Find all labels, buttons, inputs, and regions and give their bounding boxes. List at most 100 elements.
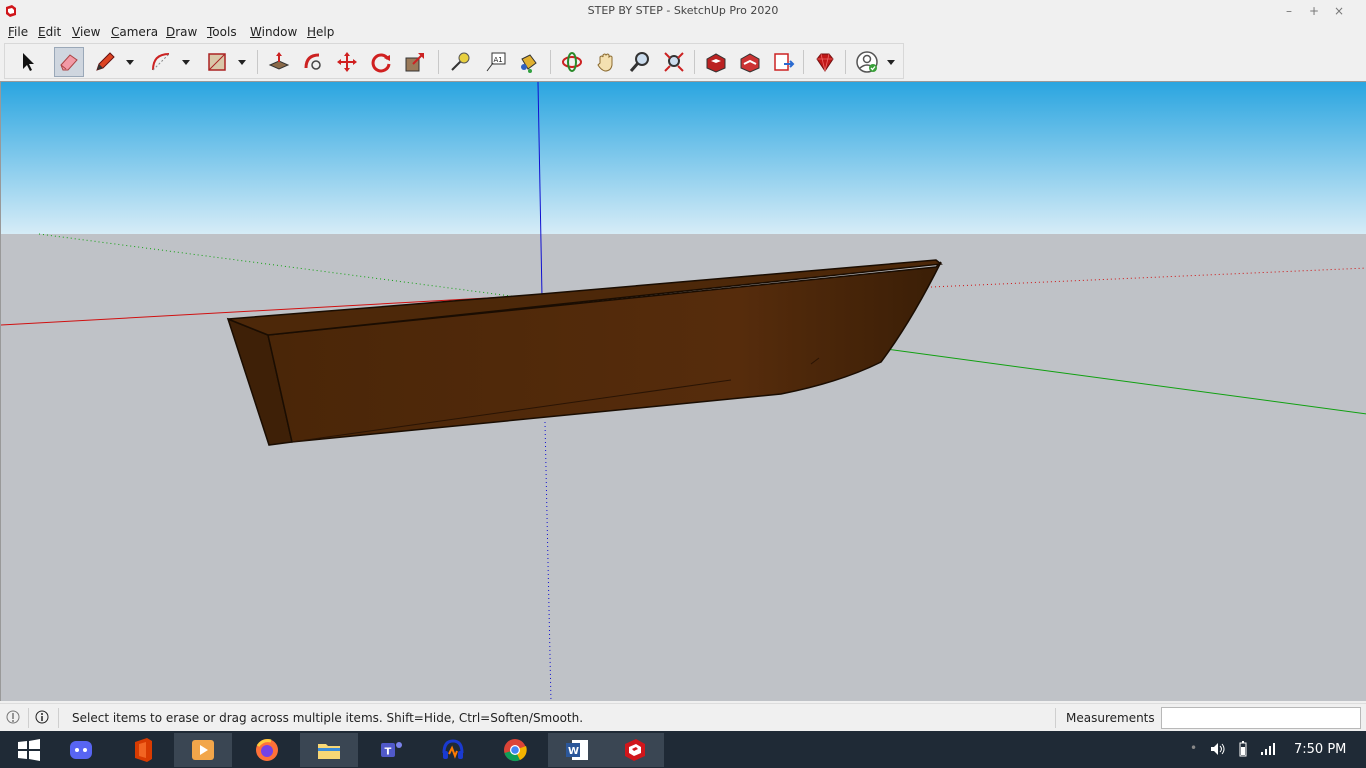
rectangle-icon	[208, 53, 226, 71]
toolbar-separator	[694, 50, 695, 74]
menu-view[interactable]: View	[72, 25, 100, 39]
taskbar-audacity[interactable]	[424, 733, 482, 767]
model-viewport[interactable]	[0, 81, 1366, 701]
ruby-console-button[interactable]	[810, 47, 840, 77]
tape-measure-tool-button[interactable]	[445, 47, 475, 77]
orbit-tool-button[interactable]	[557, 47, 587, 77]
arc-icon	[152, 53, 170, 71]
main-toolbar: A1	[4, 43, 904, 79]
menu-bar: File Edit View Camera Draw Tools Window …	[0, 22, 1366, 42]
windows-logo-icon	[18, 739, 40, 761]
account-dropdown-button[interactable]	[884, 47, 898, 77]
rectangle-tool-button[interactable]	[202, 47, 232, 77]
push-pull-tool-button[interactable]	[264, 47, 294, 77]
menu-file[interactable]: File	[8, 25, 28, 39]
pencil-dropdown-button[interactable]	[123, 47, 137, 77]
rotate-icon	[371, 53, 391, 73]
chevron-down-icon	[126, 60, 134, 65]
menu-tools[interactable]: Tools	[207, 25, 237, 39]
push-pull-icon	[268, 52, 290, 70]
move-tool-button[interactable]	[332, 47, 362, 77]
toolbar-separator	[845, 50, 846, 74]
text-label-icon: A1	[486, 52, 506, 72]
scale-tool-button[interactable]	[400, 47, 430, 77]
taskbar-word[interactable]: W	[548, 733, 606, 767]
menu-camera[interactable]: Camera	[111, 25, 158, 39]
warehouse-icon	[706, 53, 726, 73]
rectangle-dropdown-button[interactable]	[235, 47, 249, 77]
eraser-icon	[60, 54, 78, 71]
account-button[interactable]	[852, 47, 882, 77]
folder-icon	[318, 744, 340, 759]
title-bar: STEP BY STEP - SketchUp Pro 2020 – + ×	[0, 0, 1366, 22]
svg-text:W: W	[568, 746, 579, 757]
toolbar-separator	[550, 50, 551, 74]
status-hint-text: Select items to erase or drag across mul…	[72, 711, 584, 725]
toolbar-separator	[257, 50, 258, 74]
taskbar-media-player[interactable]	[174, 733, 232, 767]
extension-warehouse-icon	[740, 53, 760, 73]
menu-help[interactable]: Help	[307, 25, 334, 39]
measurements-input[interactable]	[1161, 707, 1361, 729]
taskbar-chrome[interactable]	[486, 733, 544, 767]
select-tool-button[interactable]	[13, 47, 43, 77]
tray-overflow-icon[interactable]: •	[1190, 741, 1197, 755]
move-icon	[337, 52, 357, 72]
follow-me-tool-button[interactable]	[298, 47, 328, 77]
office-icon	[135, 738, 152, 762]
taskbar-clock[interactable]: 7:50 PM	[1294, 742, 1346, 757]
geo-location-icon[interactable]	[6, 710, 20, 724]
network-signal-icon[interactable]	[1260, 742, 1276, 756]
layout-button[interactable]	[769, 47, 799, 77]
speaker-icon[interactable]	[1210, 742, 1226, 756]
pencil-tool-button[interactable]	[90, 47, 120, 77]
window-title: STEP BY STEP - SketchUp Pro 2020	[587, 4, 779, 17]
media-player-icon	[192, 740, 214, 760]
battery-icon[interactable]	[1236, 741, 1250, 757]
chevron-down-icon	[887, 60, 895, 65]
taskbar-firefox[interactable]	[238, 733, 296, 767]
paint-bucket-tool-button[interactable]	[513, 47, 543, 77]
menu-window[interactable]: Window	[250, 25, 297, 39]
follow-me-icon	[304, 53, 321, 70]
taskbar-office[interactable]	[114, 733, 172, 767]
toolbar-separator	[438, 50, 439, 74]
pencil-icon	[96, 52, 115, 71]
text-tool-button[interactable]: A1	[481, 47, 511, 77]
extension-warehouse-button[interactable]	[735, 47, 765, 77]
tape-measure-icon	[451, 52, 470, 71]
viewport-canvas[interactable]	[1, 82, 1366, 701]
chevron-down-icon	[182, 60, 190, 65]
status-separator	[28, 708, 29, 728]
zoom-extents-tool-button[interactable]	[659, 47, 689, 77]
taskbar-discord[interactable]	[52, 733, 110, 767]
taskbar-teams[interactable]: T	[362, 733, 420, 767]
teams-icon: T	[381, 742, 402, 758]
3d-warehouse-button[interactable]	[701, 47, 731, 77]
close-button[interactable]: ×	[1330, 2, 1348, 20]
menu-edit[interactable]: Edit	[38, 25, 61, 39]
scale-icon	[405, 53, 424, 72]
svg-text:A1: A1	[494, 56, 503, 64]
toolbar-separator	[803, 50, 804, 74]
rotate-tool-button[interactable]	[366, 47, 396, 77]
sketchup-icon	[625, 739, 645, 761]
start-button[interactable]	[0, 733, 58, 767]
menu-draw[interactable]: Draw	[166, 25, 197, 39]
minimize-button[interactable]: –	[1280, 2, 1298, 20]
chevron-down-icon	[238, 60, 246, 65]
eraser-tool-button[interactable]	[54, 47, 84, 77]
orbit-icon	[562, 52, 582, 72]
status-bar: Select items to erase or drag across mul…	[0, 703, 1366, 731]
taskbar-file-explorer[interactable]	[300, 733, 358, 767]
pan-tool-button[interactable]	[591, 47, 621, 77]
taskbar-sketchup[interactable]	[606, 733, 664, 767]
maximize-button[interactable]: +	[1305, 2, 1323, 20]
svg-text:T: T	[385, 747, 392, 758]
zoom-tool-button[interactable]	[625, 47, 655, 77]
word-icon: W	[566, 740, 588, 760]
info-icon[interactable]	[35, 710, 49, 724]
zoom-extents-icon	[664, 52, 684, 72]
arc-dropdown-button[interactable]	[179, 47, 193, 77]
arc-tool-button[interactable]	[146, 47, 176, 77]
